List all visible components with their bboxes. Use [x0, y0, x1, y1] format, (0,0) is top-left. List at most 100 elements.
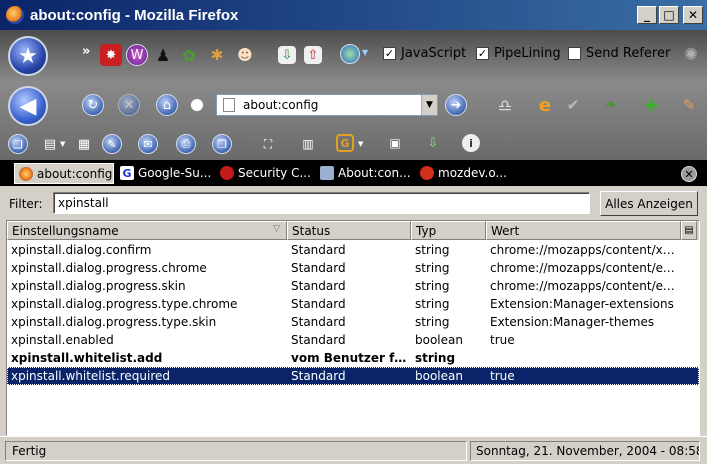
preferences-table[interactable]: Einstellungsname ▽ Status Typ Wert ▤ xpi…: [6, 220, 700, 436]
javascript-label: JavaScript: [401, 46, 467, 61]
close-button[interactable]: ✕: [683, 6, 703, 24]
cell-value: chrome://mozapps/content/ext...: [490, 279, 681, 293]
cell-value: chrome://mozapps/content/xpi...: [490, 243, 681, 257]
send-referer-toggle[interactable]: Send Referer: [568, 46, 670, 61]
pipelining-toggle[interactable]: ✓ PipeLining: [476, 46, 561, 61]
close-tab-icon[interactable]: ✕: [681, 166, 697, 182]
column-header-value[interactable]: Wert: [486, 221, 681, 240]
cell-type: string: [415, 243, 450, 257]
search-binoculars-icon[interactable]: ♎: [494, 94, 516, 116]
new-window-icon[interactable]: ❐: [212, 134, 232, 154]
info-icon[interactable]: i: [462, 134, 480, 152]
back-button[interactable]: ◀: [8, 86, 48, 126]
url-input[interactable]: about:config: [243, 98, 421, 112]
home-icon[interactable]: ⌂: [156, 94, 178, 116]
user-figure-icon[interactable]: ♟: [152, 44, 174, 66]
page-icon: [223, 98, 235, 112]
minimize-button[interactable]: _: [637, 6, 657, 24]
cell-value: Extension:Manager-themes: [490, 315, 655, 329]
extension-bug-icon[interactable]: ✱: [206, 44, 228, 66]
mail-icon[interactable]: ✉: [138, 134, 158, 154]
table-row[interactable]: xpinstall.whitelist.required Standard bool…: [7, 367, 699, 385]
bookmark-star-icon[interactable]: ★: [8, 36, 48, 76]
table-row[interactable]: xpinstall.whitelist.add vom Benutzer fe..…: [7, 349, 699, 367]
tab-google[interactable]: G Google-Su...: [116, 163, 216, 183]
document-icon[interactable]: ▣: [386, 134, 404, 152]
g-dropdown-icon[interactable]: ▼: [358, 140, 363, 148]
navigation-toolbar: ◀ ↻ ✕ ⌂ about:config ▼ ➜ ♎ e ✔ ❧ ✚ ✎: [0, 86, 707, 126]
download-icon[interactable]: ⇩: [278, 46, 296, 64]
globe-dropdown-icon[interactable]: ▼: [362, 48, 368, 57]
column-header-type[interactable]: Typ: [411, 221, 486, 240]
google-icon: G: [120, 166, 134, 180]
tab-mozdev[interactable]: mozdev.o...: [416, 163, 516, 183]
cell-type: string: [415, 297, 450, 311]
cell-status: vom Benutzer fe...: [291, 351, 411, 365]
tab-bar: about:config G Google-Su... Security C..…: [0, 160, 707, 186]
puzzle-icon[interactable]: ✚: [640, 94, 662, 116]
book-icon[interactable]: ❑: [8, 134, 28, 154]
globe-icon[interactable]: [340, 44, 360, 64]
cell-value: Extension:Manager-extensions: [490, 297, 674, 311]
tab-about-config[interactable]: about:config: [14, 163, 114, 184]
javascript-checkbox[interactable]: ✓: [383, 47, 396, 60]
throbber-dot-icon: [190, 98, 204, 112]
table-body: xpinstall.dialog.confirm Standard string ch…: [7, 241, 699, 385]
cell-status: Standard: [291, 279, 346, 293]
table-header: Einstellungsname ▽ Status Typ Wert ▤: [7, 221, 699, 240]
url-bar[interactable]: about:config ▼: [216, 94, 438, 116]
tab-about-con[interactable]: About:con...: [316, 163, 416, 183]
extension-face-icon[interactable]: ☻: [234, 44, 256, 66]
bookmarks-icon[interactable]: ▤: [40, 134, 60, 154]
checkmark-icon[interactable]: ✔: [562, 94, 584, 116]
table-row[interactable]: xpinstall.dialog.progress.chrome Standard…: [7, 259, 699, 277]
column-header-status[interactable]: Status: [287, 221, 411, 240]
table-row[interactable]: xpinstall.enabled Standard boolean true: [7, 331, 699, 349]
upload-icon[interactable]: ⇧: [304, 46, 322, 64]
table-row[interactable]: xpinstall.dialog.progress.skin Standard st…: [7, 277, 699, 295]
save-down-icon[interactable]: ⇩: [424, 134, 442, 152]
chevron-more-icon[interactable]: »: [82, 44, 90, 59]
cell-status: Standard: [291, 261, 346, 275]
tab-label: mozdev.o...: [438, 166, 507, 180]
table-row[interactable]: xpinstall.dialog.progress.type.skin Stand…: [7, 313, 699, 331]
cell-name: xpinstall.dialog.confirm: [11, 243, 152, 257]
sidebar-icon[interactable]: ▥: [298, 134, 318, 154]
print-icon[interactable]: ⎙: [176, 134, 196, 154]
throbber-gear-icon: ✺: [683, 45, 699, 65]
extension-wn-icon[interactable]: W: [126, 44, 148, 66]
page-icon: [320, 166, 334, 180]
cell-status: Standard: [291, 243, 346, 257]
toolbar-area: ★ » ✸ W ♟ ✿ ✱ ☻ ⇩ ⇧ ▼ ✓ JavaScript ✓ Pip…: [0, 30, 707, 160]
extension-g-icon[interactable]: G: [336, 134, 354, 152]
go-arrow-icon[interactable]: ➜: [445, 94, 467, 116]
column-picker-icon[interactable]: ▤: [681, 221, 697, 240]
window-title: about:config - Mozilla Firefox: [30, 6, 239, 24]
table-row[interactable]: xpinstall.dialog.progress.type.chrome Sta…: [7, 295, 699, 313]
tab-security[interactable]: Security C...: [216, 163, 316, 183]
javascript-toggle[interactable]: ✓ JavaScript: [383, 46, 466, 61]
cell-status: Standard: [291, 369, 346, 383]
extension-red-icon[interactable]: ✸: [100, 44, 122, 66]
history-icon[interactable]: ▦: [74, 134, 94, 154]
maximize-button[interactable]: □: [659, 6, 679, 24]
show-all-button[interactable]: Alles Anzeigen: [600, 191, 698, 216]
filter-input[interactable]: xpinstall: [53, 192, 590, 214]
pipelining-checkbox[interactable]: ✓: [476, 47, 489, 60]
ie-view-icon[interactable]: e: [534, 94, 556, 116]
reload-icon[interactable]: ↻: [82, 94, 104, 116]
tab-label: About:con...: [338, 166, 411, 180]
url-dropdown-icon[interactable]: ▼: [421, 95, 437, 115]
leaf-icon[interactable]: ❧: [600, 94, 622, 116]
extension-green-icon[interactable]: ✿: [178, 44, 200, 66]
bookmarks-dropdown-icon[interactable]: ▼: [60, 140, 65, 148]
fullscreen-icon[interactable]: ⛶: [258, 134, 278, 154]
edit-pen-icon[interactable]: ✎: [102, 134, 122, 154]
stop-icon[interactable]: ✕: [118, 94, 140, 116]
send-referer-checkbox[interactable]: [568, 47, 581, 60]
cell-name: xpinstall.dialog.progress.skin: [11, 279, 186, 293]
sort-arrow-icon: ▽: [273, 224, 280, 234]
table-row[interactable]: xpinstall.dialog.confirm Standard string ch…: [7, 241, 699, 259]
palette-icon[interactable]: ✎: [678, 94, 700, 116]
column-header-name[interactable]: Einstellungsname ▽: [7, 221, 287, 240]
